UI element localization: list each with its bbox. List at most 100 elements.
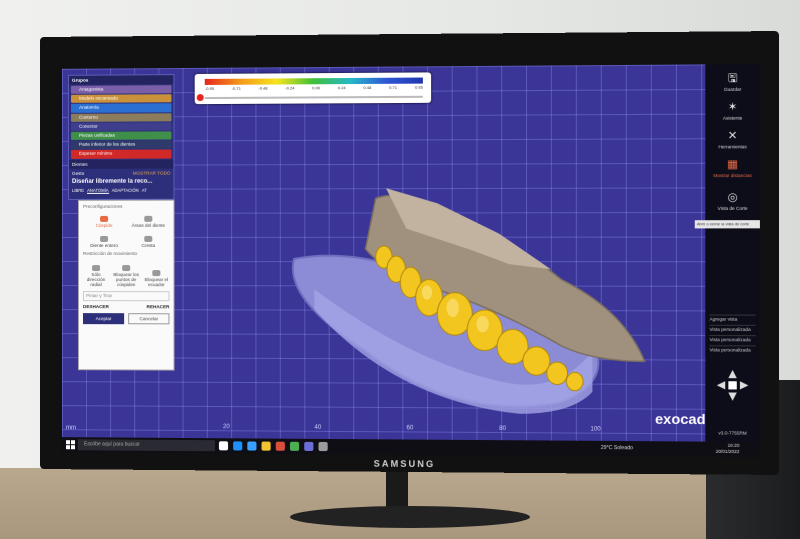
date: 20/01/2022 — [715, 448, 740, 455]
tooth-areas-icon — [144, 215, 153, 222]
monitor: mm 20 40 60 80 100 exocad -0.95 -0.71 -0… — [40, 31, 779, 475]
tool-wizard[interactable]: ✶ Asistente — [705, 101, 760, 121]
tool-label: Asistente — [722, 115, 743, 121]
jaw-model[interactable] — [253, 147, 665, 434]
tab-at[interactable]: AT — [142, 187, 147, 193]
accept-button[interactable]: Aceptar — [83, 313, 125, 325]
compass-arrow-w — [716, 381, 726, 390]
windows-start-icon[interactable] — [65, 440, 75, 449]
preset-areas[interactable]: Áreas del diente — [127, 210, 169, 228]
preset-label: Cresta — [141, 242, 156, 248]
taskbar-app-icon[interactable] — [275, 441, 285, 451]
preset-label: Cúspide — [95, 222, 113, 228]
ridge-icon — [144, 235, 153, 242]
scale-tick: -0.71 — [231, 85, 241, 91]
tool-label: Herramientas — [718, 144, 747, 150]
radial-icon — [92, 265, 101, 272]
custom-view-link[interactable]: Vista personalizada — [709, 324, 756, 333]
navigation-compass-icon[interactable] — [715, 368, 751, 403]
version-label: v3.0-7755RM — [718, 430, 747, 436]
taskbar-app-icon[interactable] — [318, 441, 328, 452]
add-view-link[interactable]: Agregar vista — [709, 314, 756, 322]
taskbar-app-icon[interactable] — [218, 441, 229, 451]
undo-button[interactable]: DESHACER — [83, 304, 109, 309]
preset-diente-entero[interactable]: Diente entero — [83, 230, 125, 248]
exocad-logo: exocad — [655, 410, 706, 428]
group-row[interactable]: Espesor mínimo — [70, 149, 172, 159]
compass-arrow-s — [728, 392, 737, 401]
ruler-tick: 60 — [406, 425, 414, 432]
group-row[interactable]: Conector — [70, 122, 172, 131]
presets-label: Preconfiguraciones — [83, 203, 123, 209]
groups-header[interactable]: Grupos — [68, 75, 174, 85]
gesture-label[interactable]: Gesto — [72, 170, 84, 175]
scale-slider-handle[interactable] — [196, 94, 204, 102]
taskbar-search[interactable]: Escribe aquí para buscar — [78, 439, 215, 452]
tool-label: Guardar — [723, 86, 742, 92]
gesture-row: Gesto MOSTRAR TODO — [69, 168, 173, 177]
tab-libre[interactable]: LIBRE — [72, 187, 84, 193]
tab-anatomia[interactable]: ANATOMÍA — [87, 187, 109, 194]
teeth-header[interactable]: Dientes — [68, 159, 174, 169]
scale-tick: 0.71 — [389, 84, 398, 90]
whole-tooth-icon — [100, 235, 109, 242]
restriction-label: Sólo dirección radial — [86, 272, 106, 288]
weather-widget[interactable]: 29°C Soleado — [601, 445, 633, 451]
ruler-tick: 80 — [499, 425, 507, 433]
compass-center — [728, 381, 737, 390]
preset-cresta[interactable]: Cresta — [127, 230, 169, 248]
compass-arrow-e — [739, 381, 749, 390]
tool-show-distances[interactable]: ▦ Mostrar distancias — [705, 159, 760, 179]
tab-adaptacion[interactable]: ADAPTACIÓN — [112, 187, 139, 193]
taskbar-app-icon[interactable] — [289, 441, 300, 451]
group-row[interactable]: Anatomía — [70, 103, 172, 113]
screen: mm 20 40 60 80 100 exocad -0.95 -0.71 -0… — [61, 64, 760, 458]
cut-view-icon: ◎ — [727, 191, 738, 204]
taskbar-app-icon[interactable] — [304, 441, 314, 452]
lock-equator-icon — [152, 270, 161, 277]
tool-cut-view[interactable]: ◎ Vista de Corte — [705, 191, 760, 211]
show-all-button[interactable]: MOSTRAR TODO — [133, 170, 171, 175]
tools-icon: ✕ — [727, 129, 738, 143]
taskbar-app-icon[interactable] — [261, 441, 271, 451]
redo-button[interactable]: REHACER — [147, 304, 170, 309]
mode-dropdown[interactable]: Pintar y Tirar — [83, 291, 170, 302]
preset-label: Diente entero — [90, 242, 118, 248]
scale-tick: 0.24 — [337, 85, 346, 91]
group-list: Antagonista Modelo escaneado Anatomía Conto… — [69, 85, 173, 159]
distance-color-scale: -0.95 -0.71 -0.48 -0.24 0.00 0.24 0.48 0… — [194, 72, 432, 105]
tool-tools[interactable]: ✕ Herramientas — [705, 130, 760, 150]
custom-view-link[interactable]: Vista personalizada — [709, 345, 756, 353]
tool-save[interactable]: 🖫 Guardar — [705, 72, 760, 92]
ruler-bottom: 20 40 60 80 100 — [62, 421, 705, 439]
ruler-tick: 20 — [222, 424, 230, 431]
group-row[interactable]: Parte inferior de los dientes — [70, 140, 172, 150]
scale-tick: -0.48 — [258, 85, 268, 91]
restrict-cusp-points[interactable]: Bloquear los puntos de cúspides — [112, 257, 140, 287]
taskbar-app-icon[interactable] — [233, 441, 243, 451]
scale-slider-track[interactable] — [204, 95, 423, 100]
scale-tick: 0.48 — [363, 84, 372, 91]
monitor-stand-base — [290, 506, 530, 528]
cut-view-tooltip: Abrir o cerrar la vista de corte — [694, 220, 760, 229]
scale-tick: 0.00 — [312, 85, 321, 91]
preset-cuspide[interactable]: Cúspide — [83, 210, 125, 228]
group-row[interactable]: Contorno — [70, 112, 172, 122]
custom-view-link[interactable]: Vista personalizada — [709, 335, 756, 343]
group-row[interactable]: Antagonista — [70, 85, 172, 95]
restrict-radial[interactable]: Sólo dirección radial — [82, 257, 110, 287]
cancel-button[interactable]: Cancelar — [128, 313, 170, 325]
taskbar-apps — [218, 441, 328, 452]
scale-tick: -0.24 — [285, 85, 295, 91]
group-row[interactable]: Modelo escaneado — [70, 94, 172, 104]
group-row[interactable]: Piezas unificadas — [70, 131, 172, 140]
clock[interactable]: 16:20 20/01/2022 — [716, 443, 740, 455]
restrict-equator[interactable]: Bloquear el ecuador — [142, 257, 170, 287]
taskbar-app-icon[interactable] — [247, 441, 257, 451]
ruler-tick: 40 — [314, 424, 322, 431]
restriction-label: Bloquear los puntos de cúspides — [113, 272, 139, 288]
scale-tick: 0.95 — [414, 84, 423, 90]
tool-label: Mostrar distancias — [713, 172, 752, 179]
lock-cusp-icon — [122, 265, 131, 272]
groups-panel: Grupos Antagonista Modelo escaneado Anatom… — [67, 74, 175, 200]
